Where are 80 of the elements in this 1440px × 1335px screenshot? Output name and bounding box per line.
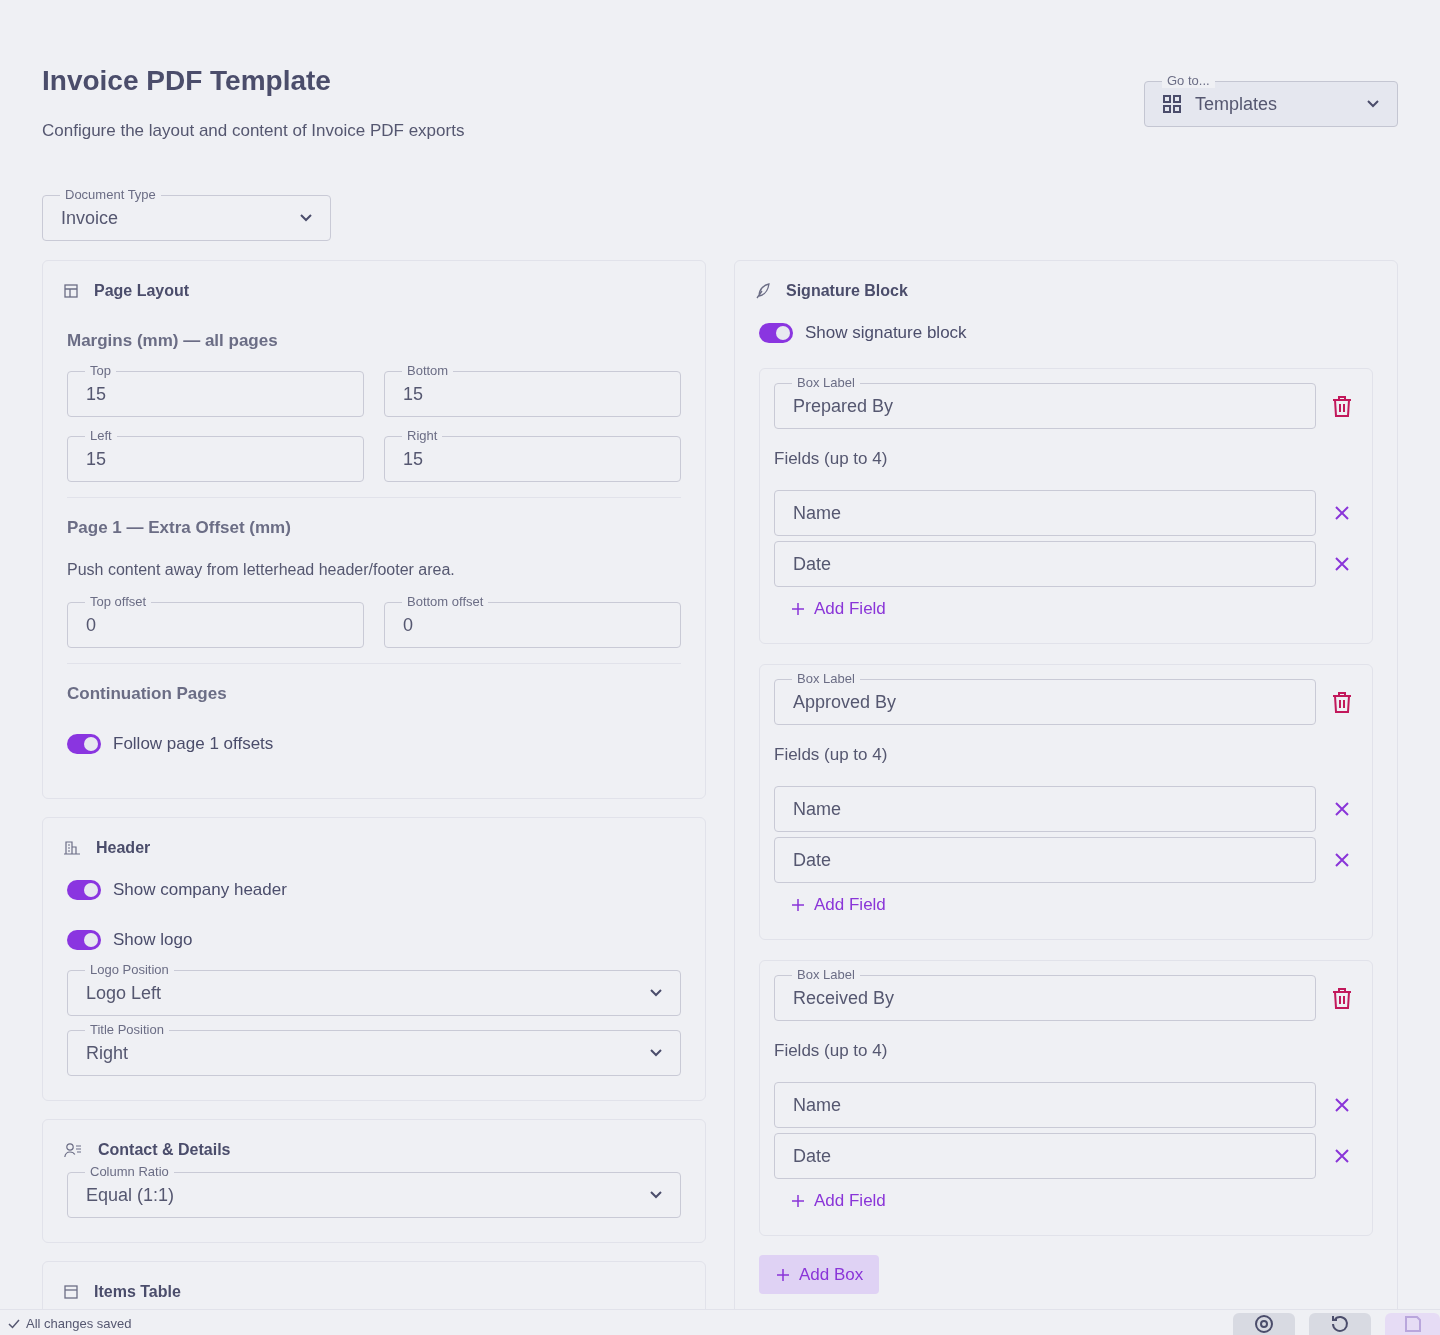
card-title: Page Layout [94,282,190,300]
close-icon [1335,557,1349,571]
toggle-label: Follow page 1 offsets [113,734,274,754]
field-label: Logo Position [85,962,174,977]
field-label: Box Label [792,375,860,390]
reset-button[interactable] [1309,1313,1371,1335]
plus-icon [792,603,804,615]
card-title: Header [96,839,151,857]
field-label: Top offset [85,594,152,609]
close-icon [1335,1098,1349,1112]
input-field[interactable]: Name [774,1082,1316,1128]
person-list-icon [64,1142,82,1158]
add-field-button[interactable]: Add Field [774,891,904,919]
close-icon [1335,802,1349,816]
field-label: Box Label [792,967,860,982]
add-box-button[interactable]: Add Box [759,1255,880,1294]
section-description: Push content away from letterhead header/footer area. [67,560,456,580]
field-label: Document Type [60,187,161,202]
page-subtitle: Configure the layout and content of Invoice PDF exports [42,120,465,142]
toggle-switch[interactable] [67,734,101,754]
chevron-icon [650,989,662,997]
save-icon [1403,1315,1422,1333]
input-field[interactable]: Date [774,837,1316,883]
delete-button[interactable] [1330,690,1354,714]
field-label: Left [85,428,117,443]
toggle-switch[interactable] [67,930,101,950]
input-field[interactable]: Name [774,490,1316,536]
toggle-switch[interactable] [759,323,793,343]
add-field-button[interactable]: Add Field [774,595,904,623]
field-label: Bottom [402,363,454,378]
input-field[interactable]: Date [774,1133,1316,1179]
chevron-icon [300,214,312,222]
trash-icon [1332,395,1352,417]
field-label: Box Label [792,671,860,686]
refresh-icon [1330,1314,1350,1334]
field-label: Go to... [1162,73,1215,88]
delete-button[interactable] [1330,986,1354,1010]
fields-heading: Fields (up to 4) [774,1041,889,1061]
page-title: Invoice PDF Template [42,64,332,98]
chevron-icon [1367,100,1379,108]
toggle-label: Show signature block [805,323,967,343]
input-field[interactable]: Name [774,786,1316,832]
input-field[interactable]: Date [774,541,1316,587]
toggle-label: Show company header [113,880,287,900]
card-title: Signature Block [786,282,908,300]
close-icon [1335,1149,1349,1163]
card-title: Contact & Details [98,1141,231,1159]
fields-heading: Fields (up to 4) [774,449,889,469]
grid-icon [1163,95,1181,113]
toggle-switch[interactable] [67,880,101,900]
delete-button[interactable] [1330,394,1354,418]
check-icon [8,1318,20,1329]
plus-icon [777,1268,789,1281]
toggle-label: Show logo [113,930,193,950]
plus-icon [792,899,804,911]
section-heading: Margins (mm) — all pages [67,331,279,351]
field-label: Column Ratio [85,1164,174,1179]
trash-icon [1332,691,1352,713]
section-heading: Continuation Pages [67,684,228,704]
field-label: Bottom offset [402,594,489,609]
add-field-button[interactable]: Add Field [774,1187,904,1215]
field-label: Right [402,428,443,443]
section-heading: Page 1 — Extra Offset (mm) [67,518,292,538]
close-icon [1335,506,1349,520]
feather-icon [756,283,770,299]
card-title: Items Table [94,1283,181,1301]
chevron-icon [650,1049,662,1057]
field-label: Title Position [85,1022,169,1037]
field-label: Top [85,363,116,378]
chevron-icon [650,1191,662,1199]
preview-button[interactable] [1233,1313,1295,1335]
target-icon [1254,1314,1274,1334]
trash-icon [1332,987,1352,1009]
building-icon [64,841,80,855]
table-icon [64,1285,78,1299]
close-icon [1335,853,1349,867]
fields-heading: Fields (up to 4) [774,745,889,765]
status-text: All changes saved [26,1316,132,1331]
layout-icon [64,284,78,298]
plus-icon [792,1195,804,1207]
